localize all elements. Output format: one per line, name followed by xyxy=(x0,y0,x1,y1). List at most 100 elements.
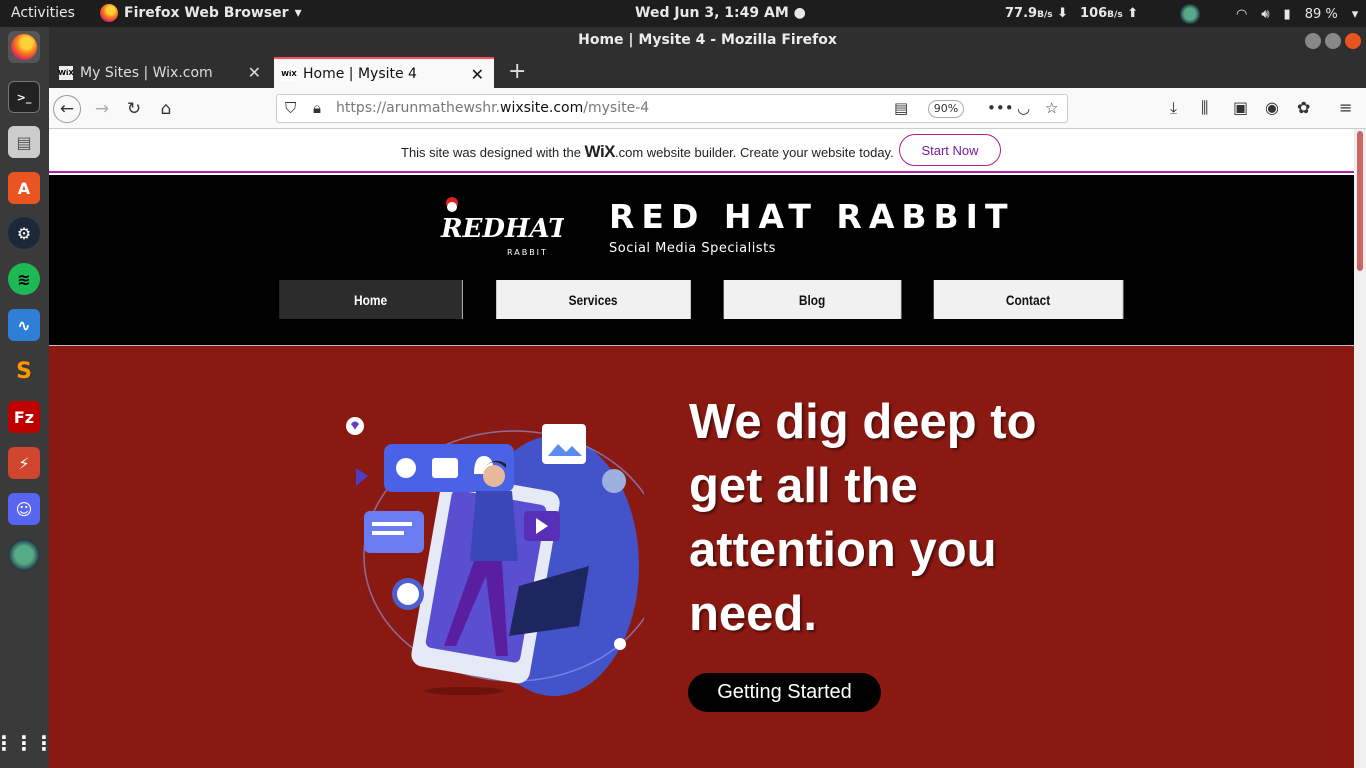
maximize-button[interactable] xyxy=(1325,33,1341,49)
web-page: This site was designed with the WiX.com … xyxy=(49,129,1354,768)
close-window-button[interactable] xyxy=(1345,33,1361,49)
minimize-button[interactable] xyxy=(1305,33,1321,49)
downloads-icon[interactable]: ⤓ xyxy=(1170,98,1177,118)
bookmark-star-icon[interactable]: ☆ xyxy=(1045,99,1058,117)
extension-icon[interactable]: ✿ xyxy=(1297,98,1310,117)
banner-text-after: .com website builder. Create your websit… xyxy=(615,145,894,160)
tab-home-mysite[interactable]: WiX Home | Mysite 4 ✕ xyxy=(274,57,494,88)
clock[interactable]: Wed Jun 3, 1:49 AM ● xyxy=(635,5,806,21)
tab-my-sites[interactable]: WiX My Sites | Wix.com ✕ xyxy=(51,57,271,88)
account-icon[interactable]: ◉ xyxy=(1265,98,1279,117)
chevron-down-icon: ▾ xyxy=(1351,6,1359,22)
menu-icon[interactable]: ≡ xyxy=(1339,98,1352,117)
activity-graph-icon: ∿ xyxy=(17,315,31,335)
app-menu[interactable]: Firefox Web Browser ▾ xyxy=(100,4,302,22)
logo-text: REDHAT xyxy=(440,214,564,244)
system-tray[interactable]: ◠ 🔊︎ ▮ 89 % ▾ xyxy=(1180,4,1358,24)
lock-icon[interactable]: 🔒︎ xyxy=(313,99,321,117)
firefox-launcher[interactable] xyxy=(8,31,40,63)
wix-favicon-icon: WiX xyxy=(58,65,74,80)
firefox-icon xyxy=(11,34,37,60)
spotify-icon: ≋ xyxy=(17,269,31,289)
close-tab-icon[interactable]: ✕ xyxy=(248,63,261,82)
grid-icon: ⋮⋮⋮ xyxy=(0,731,54,755)
terminal-icon: >_ xyxy=(16,90,32,104)
files-launcher[interactable]: ▤ xyxy=(8,126,40,158)
lightning-icon: ⚡ xyxy=(18,453,30,473)
chevron-down-icon: ▾ xyxy=(294,5,302,21)
url-bar[interactable]: ⛉ 🔒︎ https://arunmathewshr.wixsite.com/m… xyxy=(276,94,1068,123)
volume-icon: 🔊︎ xyxy=(1261,6,1270,22)
reader-view-icon[interactable]: ▤ xyxy=(894,99,908,117)
clock-label: Wed Jun 3, 1:49 AM xyxy=(635,5,789,21)
shopping-bag-icon: A xyxy=(17,178,31,198)
file-cabinet-icon: ▤ xyxy=(16,132,32,152)
battery-level: 89 % xyxy=(1304,6,1338,22)
scrollbar-thumb[interactable] xyxy=(1357,131,1363,271)
wix-ad-banner: This site was designed with the WiX.com … xyxy=(49,129,1354,173)
upload-arrow-icon: ⬆ xyxy=(1127,6,1139,21)
dock: >_ ▤ A ⚙ ≋ ∿ S Fz ⚡ ☺ ⋮⋮⋮ xyxy=(0,27,54,768)
getting-started-button[interactable]: Getting Started xyxy=(688,673,881,712)
discord-icon: ☺ xyxy=(15,499,33,519)
net-up-unit: B/s xyxy=(1107,10,1123,20)
back-button[interactable]: ← xyxy=(53,95,81,123)
shield-icon[interactable]: ⛉ xyxy=(285,99,296,117)
sublime-launcher[interactable]: S xyxy=(8,355,40,387)
library-icon[interactable]: ⫼ xyxy=(1201,98,1208,118)
app-launcher-red[interactable]: ⚡ xyxy=(8,447,40,479)
discord-launcher[interactable]: ☺ xyxy=(8,493,40,525)
globe-tray-icon[interactable] xyxy=(1180,4,1200,24)
reload-button[interactable]: ↻ xyxy=(121,96,147,122)
tab-label: Home | Mysite 4 xyxy=(303,65,417,82)
menu-item-services[interactable]: Services xyxy=(496,280,691,319)
logo-sub: RABBIT xyxy=(507,248,548,257)
battery-icon: ▮ xyxy=(1283,6,1291,22)
more-actions-icon[interactable]: ••• xyxy=(987,99,1014,117)
wix-logo: WiX xyxy=(584,142,616,161)
site-title: RED HAT RABBIT xyxy=(609,197,1015,236)
hero-headline: We dig deep to get all the attention you… xyxy=(689,395,1037,641)
wix-banner-message: This site was designed with the WiX.com … xyxy=(401,142,894,162)
site-nav-menu: Home Services Blog Contact xyxy=(263,280,1140,319)
net-speed: 77.9B/s ⬇ 106B/s ⬆ xyxy=(1005,6,1138,21)
new-tab-button[interactable]: + xyxy=(508,59,526,84)
start-now-button[interactable]: Start Now xyxy=(899,134,1001,166)
page-scrollbar[interactable] xyxy=(1354,129,1366,768)
filezilla-icon: Fz xyxy=(13,407,35,427)
zoom-level[interactable]: 90% xyxy=(928,100,964,118)
forward-button[interactable]: → xyxy=(89,96,115,122)
firefox-icon xyxy=(100,4,118,22)
steam-icon: ⚙ xyxy=(16,223,32,243)
sidebar-icon[interactable]: ▣ xyxy=(1233,98,1248,117)
activities-button[interactable]: Activities xyxy=(11,5,75,21)
show-apps-button[interactable]: ⋮⋮⋮ xyxy=(0,727,54,759)
redhat-rabbit-logo[interactable]: REDHAT RABBIT xyxy=(439,193,564,259)
menu-item-contact[interactable]: Contact xyxy=(933,280,1124,319)
home-button[interactable]: ⌂ xyxy=(153,96,179,122)
net-up-value: 106 xyxy=(1080,6,1108,21)
net-down-unit: B/s xyxy=(1037,10,1053,20)
globe-app-launcher[interactable] xyxy=(8,539,40,571)
system-monitor-launcher[interactable]: ∿ xyxy=(8,309,40,341)
url-domain: wixsite.com xyxy=(500,100,584,116)
steam-launcher[interactable]: ⚙ xyxy=(8,217,40,249)
url-prefix: https://arunmathewshr. xyxy=(336,100,500,116)
sublime-icon: S xyxy=(16,358,32,384)
menu-item-blog[interactable]: Blog xyxy=(723,280,902,319)
menu-item-home[interactable]: Home xyxy=(279,280,463,319)
software-launcher[interactable]: A xyxy=(8,172,40,204)
site-header: REDHAT RABBIT RED HAT RABBIT Social Medi… xyxy=(49,175,1354,345)
site-tagline: Social Media Specialists xyxy=(609,241,776,256)
tab-label: My Sites | Wix.com xyxy=(80,64,213,81)
url-text[interactable]: https://arunmathewshr.wixsite.com/mysite… xyxy=(336,100,649,116)
pocket-icon[interactable]: ◡ xyxy=(1017,99,1030,117)
spotify-launcher[interactable]: ≋ xyxy=(8,263,40,295)
tab-strip: WiX My Sites | Wix.com ✕ WiX Home | Mysi… xyxy=(49,55,1366,88)
close-tab-icon[interactable]: ✕ xyxy=(471,65,484,84)
terminal-launcher[interactable]: >_ xyxy=(8,81,40,113)
url-path: /mysite-4 xyxy=(583,100,650,116)
hero-section: We dig deep to get all the attention you… xyxy=(49,346,1354,768)
filezilla-launcher[interactable]: Fz xyxy=(8,401,40,433)
system-top-bar: Activities Firefox Web Browser ▾ Wed Jun… xyxy=(0,0,1366,27)
